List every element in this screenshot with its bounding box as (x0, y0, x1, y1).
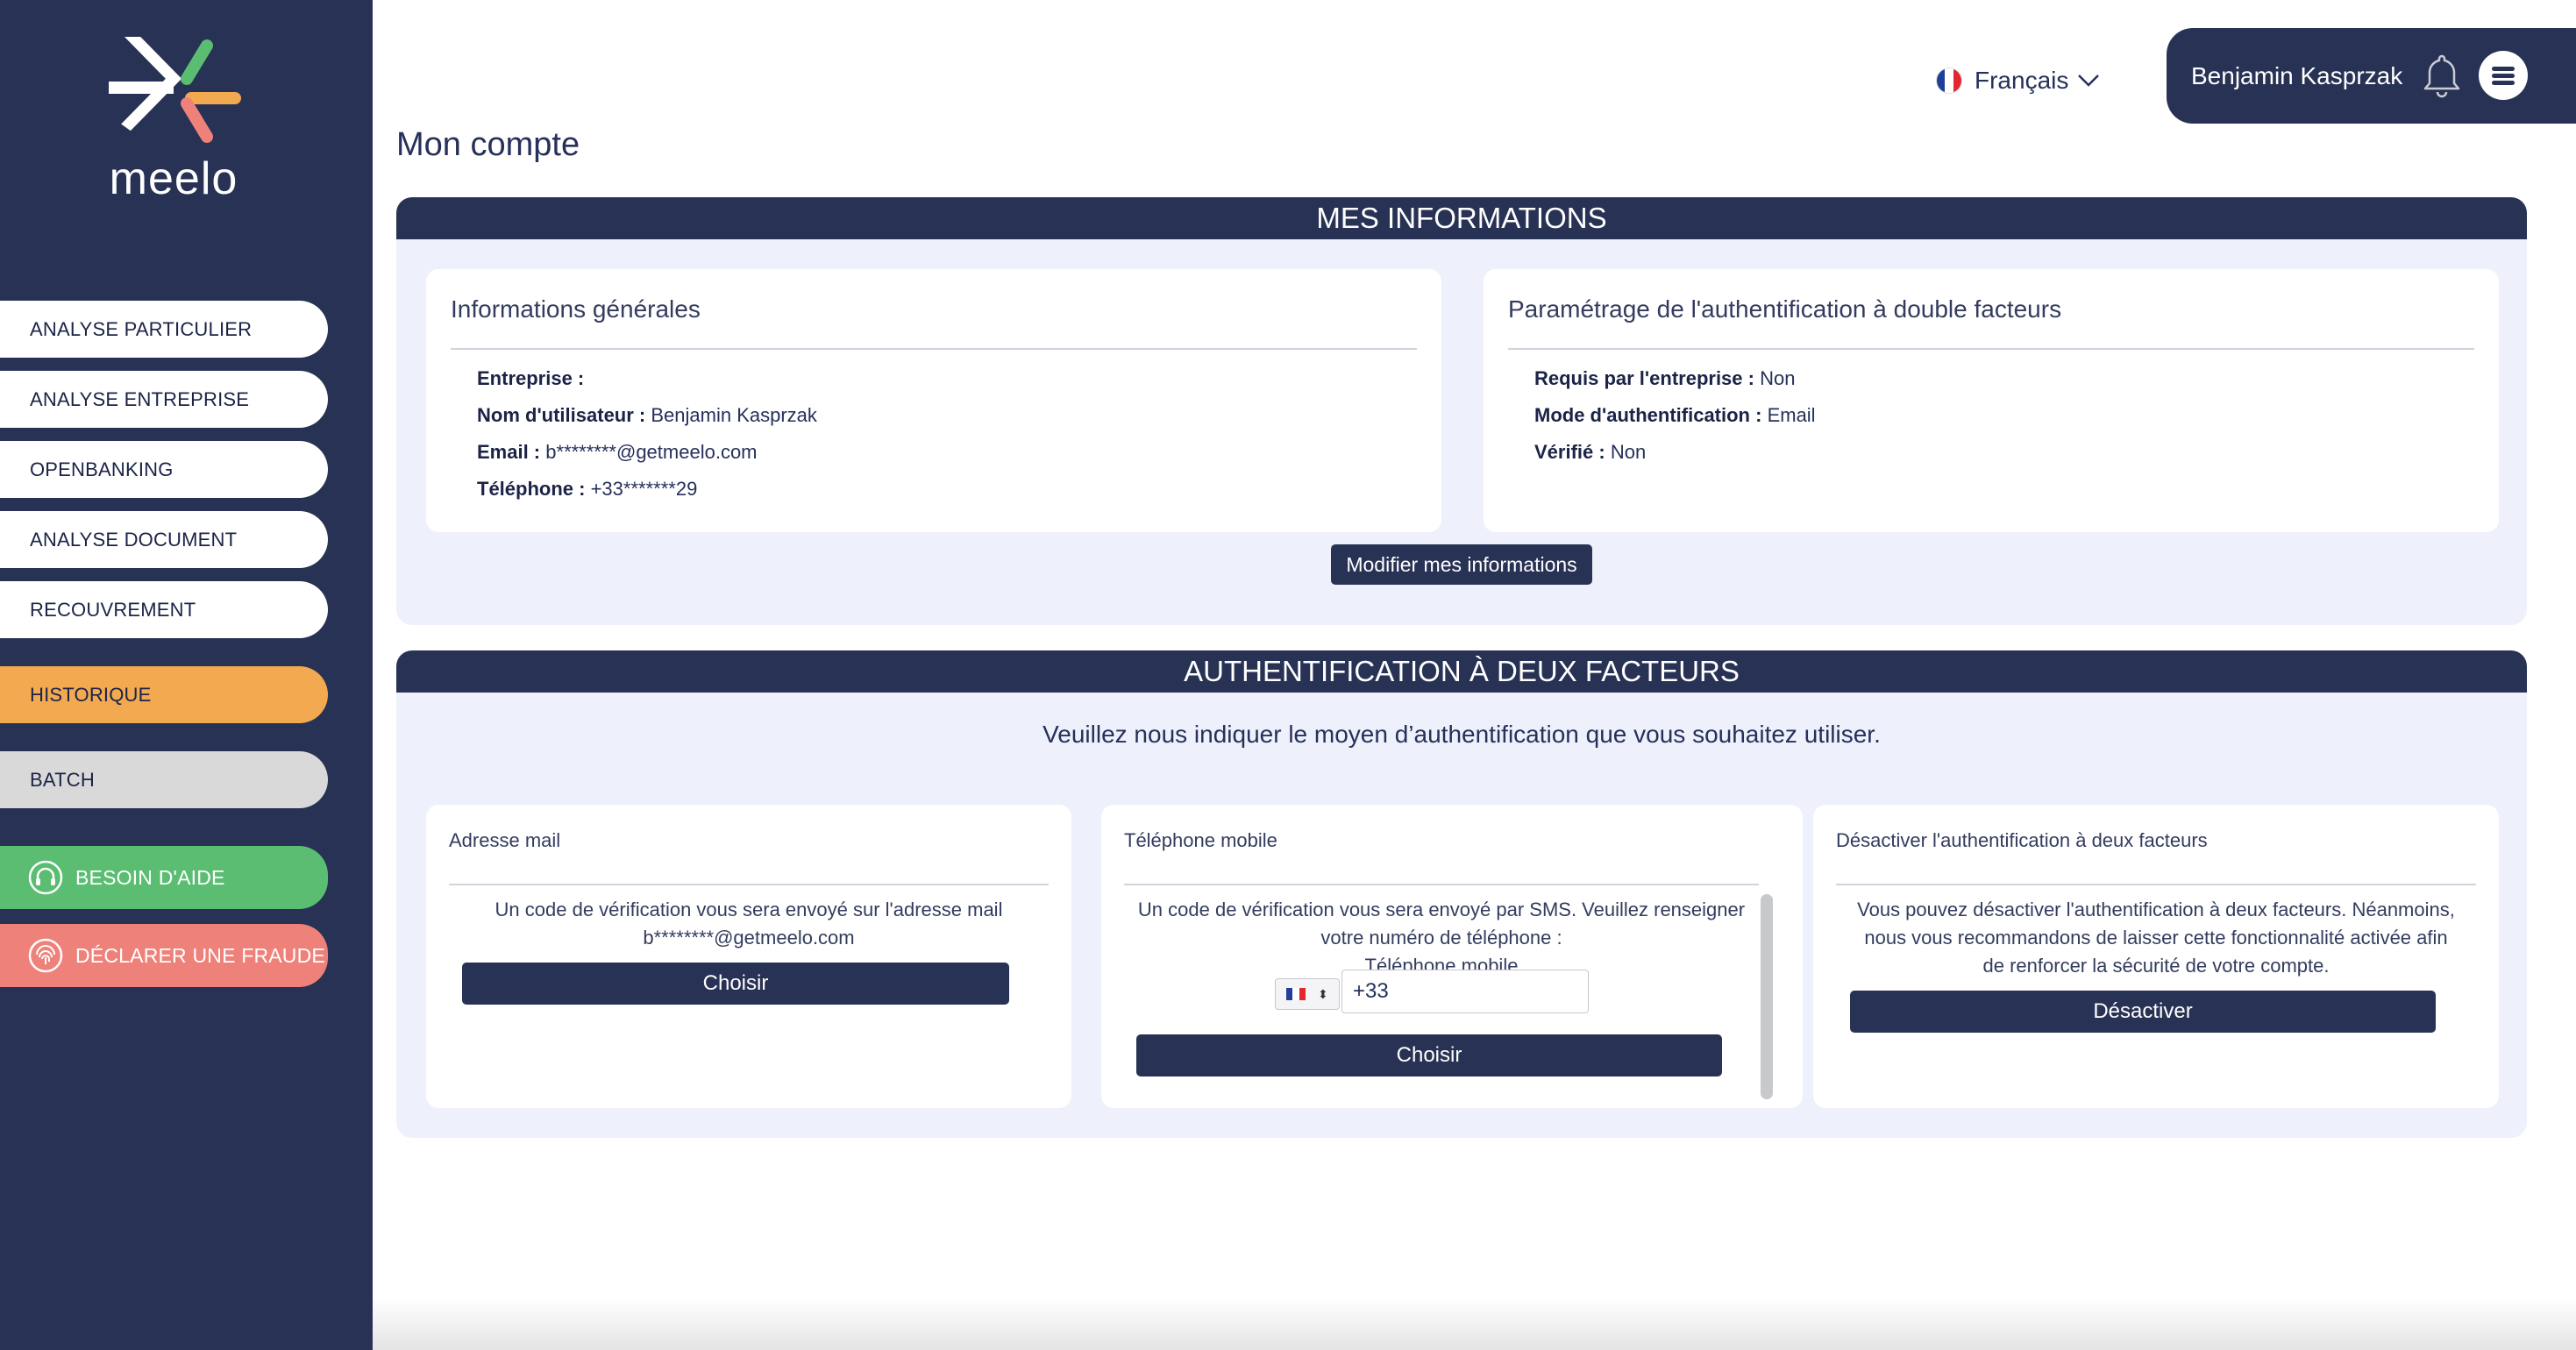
email-method-text: Un code de vérification vous sera envoyé… (495, 899, 1003, 949)
divider (1124, 884, 1759, 885)
twofa-settings-title: Paramétrage de l'authentification à doub… (1508, 295, 2062, 323)
twofa-settings-card: Paramétrage de l'authentification à doub… (1484, 269, 2499, 532)
chevron-down-icon (2077, 67, 2100, 95)
disable-twofa-title: Désactiver l'authentification à deux fac… (1836, 829, 2208, 851)
phone-method-title: Téléphone mobile (1124, 829, 1277, 851)
france-flag-icon (1936, 68, 1962, 94)
sidebar-item-analyse-document[interactable]: ANALYSE DOCUMENT (0, 511, 328, 568)
select-arrows-icon: ⬍ (1318, 987, 1328, 1001)
info-row-entreprise: Entreprise : (477, 367, 585, 389)
report-fraud-button-label: DÉCLARER UNE FRAUDE (75, 943, 325, 967)
disable-twofa-text: Vous pouvez désactiver l'authentificatio… (1857, 899, 2455, 977)
email-method-card: Adresse mail Un code de vérification vou… (426, 805, 1071, 1108)
help-button-label: BESOIN D'AIDE (75, 865, 225, 889)
sidebar-item-openbanking[interactable]: OPENBANKING (0, 441, 328, 498)
logo-mark-icon (109, 37, 241, 143)
section-twofa: Veuillez nous indiquer le moyen d’authen… (396, 693, 2527, 1138)
logo-wordmark: meelo (109, 153, 238, 204)
sidebar-item-label: OPENBANKING (30, 458, 174, 480)
bell-icon[interactable] (2421, 51, 2463, 104)
user-name[interactable]: Benjamin Kasprzak (2191, 62, 2402, 90)
divider (1836, 884, 2476, 885)
section-mes-informations: Informations générales Entreprise : Nom … (396, 239, 2527, 625)
sidebar-item-label: ANALYSE DOCUMENT (30, 528, 238, 551)
sidebar-item-historique[interactable]: HISTORIQUE (0, 666, 328, 723)
sidebar-item-analyse-entreprise[interactable]: ANALYSE ENTREPRISE (0, 371, 328, 428)
report-fraud-button[interactable]: DÉCLARER UNE FRAUDE (0, 924, 328, 987)
disable-twofa-card: Désactiver l'authentification à deux fac… (1813, 805, 2499, 1108)
user-panel: Benjamin Kasprzak (2167, 28, 2576, 124)
choose-email-button[interactable]: Choisir (462, 963, 1009, 1005)
help-button[interactable]: BESOIN D'AIDE (0, 846, 328, 909)
info-row-verified: Vérifié : Non (1534, 441, 1647, 463)
sidebar-item-recouvrement[interactable]: RECOUVREMENT (0, 581, 328, 638)
language-selector[interactable]: Français (1936, 61, 2100, 100)
page-title: Mon compte (396, 126, 580, 163)
info-row-email: Email : b********@getmeelo.com (477, 441, 758, 463)
phone-number-input[interactable] (1341, 970, 1589, 1013)
general-info-card: Informations générales Entreprise : Nom … (426, 269, 1441, 532)
language-label: Français (1975, 67, 2069, 94)
twofa-prompt: Veuillez nous indiquer le moyen d’authen… (1042, 721, 1881, 748)
email-method-title: Adresse mail (449, 829, 561, 851)
france-flag-icon (1286, 988, 1306, 1000)
disable-twofa-button[interactable]: Désactiver (1850, 991, 2436, 1033)
phone-method-text: Un code de vérification vous sera envoyé… (1137, 899, 1746, 977)
sidebar-item-label: ANALYSE ENTREPRISE (30, 387, 250, 410)
country-code-select[interactable]: ⬍ (1275, 978, 1340, 1010)
sidebar-item-label: HISTORIQUE (30, 683, 152, 706)
phone-method-card: Téléphone mobile Un code de vérification… (1101, 805, 1803, 1108)
info-row-phone: Téléphone : +33*******29 (477, 478, 698, 500)
sidebar: meelo ANALYSE PARTICULIER ANALYSE ENTREP… (0, 0, 373, 1350)
sidebar-item-label: BATCH (30, 768, 95, 791)
divider (1508, 348, 2474, 350)
divider (449, 884, 1049, 885)
section-header-mes-informations: MES INFORMATIONS (396, 197, 2527, 239)
general-info-title: Informations générales (451, 295, 701, 323)
choose-phone-button[interactable]: Choisir (1136, 1034, 1722, 1076)
meelo-logo[interactable]: meelo (103, 37, 244, 212)
info-row-username: Nom d'utilisateur : Benjamin Kasprzak (477, 404, 817, 426)
sidebar-item-analyse-particulier[interactable]: ANALYSE PARTICULIER (0, 301, 328, 358)
bottom-shadow (373, 1297, 2576, 1350)
edit-info-button[interactable]: Modifier mes informations (1331, 544, 1592, 585)
info-row-required: Requis par l'entreprise : Non (1534, 367, 1796, 389)
sidebar-item-label: RECOUVREMENT (30, 598, 196, 621)
divider (451, 348, 1417, 350)
headset-icon (28, 860, 63, 895)
card-scrollbar[interactable] (1761, 894, 1773, 1099)
sidebar-item-label: ANALYSE PARTICULIER (30, 317, 253, 340)
fingerprint-icon (28, 938, 63, 973)
menu-icon[interactable] (2479, 51, 2528, 100)
info-row-auth-mode: Mode d'authentification : Email (1534, 404, 1816, 426)
sidebar-item-batch[interactable]: BATCH (0, 751, 328, 808)
section-header-twofa: AUTHENTIFICATION À DEUX FACTEURS (396, 650, 2527, 693)
